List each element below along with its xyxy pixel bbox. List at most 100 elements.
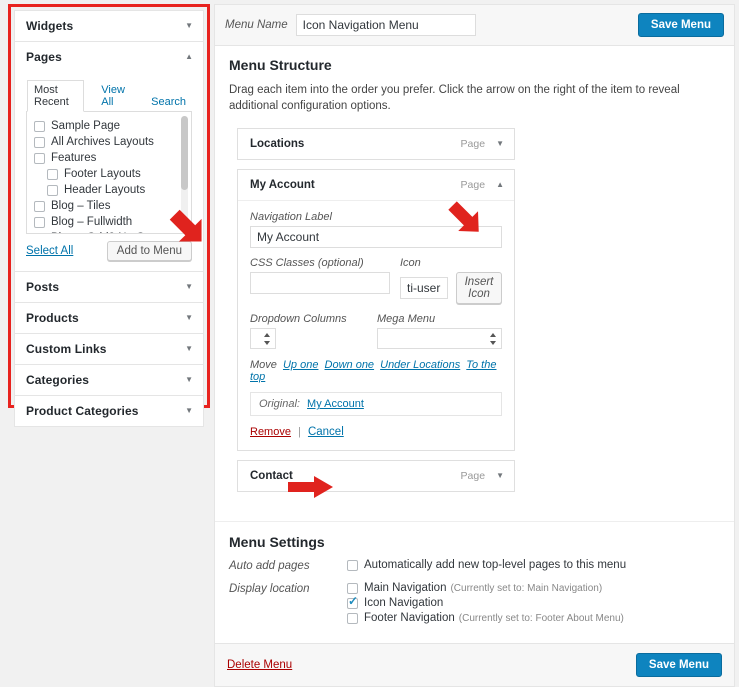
menu-item-header[interactable]: Locations Page ▼ (238, 129, 514, 160)
icon-field-label: Icon (400, 257, 421, 270)
move-under-locations-link[interactable]: Under Locations (380, 359, 460, 371)
checkbox-features[interactable] (34, 152, 45, 164)
accordion-header-products[interactable]: Products ▼ (15, 303, 203, 333)
checkbox-main-navigation[interactable] (347, 582, 358, 594)
auto-add-pages-option[interactable]: Automatically add new top-level pages to… (347, 559, 626, 571)
list-item[interactable]: Blog – Tiles (27, 198, 191, 214)
list-item[interactable]: Header Layouts (27, 182, 191, 198)
list-item-label: Features (51, 152, 97, 164)
pages-list-scrollbar[interactable] (181, 116, 188, 228)
display-location-option-main[interactable]: Main Navigation (Currently set to: Main … (347, 582, 624, 594)
select-all-link[interactable]: Select All (26, 245, 73, 257)
display-location-option-icon[interactable]: Icon Navigation (347, 595, 624, 609)
accordion-header-widgets[interactable]: Widgets ▼ (15, 11, 203, 41)
menu-name-label: Menu Name (225, 19, 288, 31)
chevron-down-icon[interactable]: ▼ (185, 22, 193, 30)
save-menu-button-top[interactable]: Save Menu (637, 13, 724, 37)
pages-tabs: Most Recent View All Search (26, 80, 192, 112)
list-item-label: Blog – Grid2 No Gutter (51, 232, 168, 233)
accordion-title-posts: Posts (26, 280, 60, 294)
icon-input[interactable] (400, 277, 448, 300)
menu-item-header[interactable]: Contact Page ▼ (238, 461, 514, 492)
menu-editor-column: Menu Name Save Menu Menu Structure Drag … (214, 4, 735, 687)
checkbox-blog-fullwidth[interactable] (34, 216, 45, 228)
original-page-link[interactable]: My Account (307, 398, 364, 410)
chevron-down-icon[interactable]: ▼ (185, 407, 193, 415)
tab-view-all[interactable]: View All (95, 81, 134, 111)
add-menu-items-panel-highlight: Widgets ▼ Pages ▲ Most Recent View All S… (8, 4, 210, 427)
chevron-up-icon[interactable]: ▲ (496, 181, 504, 189)
accordion-panel-widgets: Widgets ▼ (14, 10, 204, 41)
checkbox-all-archives-layouts[interactable] (34, 136, 45, 148)
auto-add-pages-text: Automatically add new top-level pages to… (364, 559, 627, 572)
move-up-one-link[interactable]: Up one (283, 359, 318, 371)
accordion-panel-product-categories: Product Categories ▼ (14, 395, 204, 427)
pages-checkbox-list[interactable]: Sample Page All Archives Layouts Feature… (26, 112, 192, 234)
menu-item-my-account[interactable]: My Account Page ▲ Navigation Label My Ac… (237, 169, 515, 452)
footer-navigation-text: Footer Navigation (364, 612, 455, 625)
menu-structure-title: Menu Structure (229, 57, 332, 73)
display-location-option-footer[interactable]: Footer Navigation (Currently set to: Foo… (347, 612, 624, 624)
checkbox-header-layouts[interactable] (47, 184, 58, 196)
cancel-link[interactable]: Cancel (308, 426, 344, 438)
accordion-header-pages[interactable]: Pages ▲ (15, 42, 203, 72)
list-item[interactable]: Sample Page (27, 118, 191, 134)
list-item-label: All Archives Layouts (51, 136, 154, 148)
css-classes-label: CSS Classes (optional) (250, 257, 364, 270)
accordion-header-categories[interactable]: Categories ▼ (15, 365, 203, 395)
checkbox-footer-layouts[interactable] (47, 168, 58, 180)
footer-navigation-note: (Currently set to: Footer About Menu) (458, 612, 624, 624)
list-item[interactable]: All Archives Layouts (27, 134, 191, 150)
list-item-label: Header Layouts (64, 184, 146, 196)
save-menu-button-bottom[interactable]: Save Menu (635, 653, 722, 678)
menu-name-bar: Menu Name Save Menu (215, 5, 734, 46)
list-item[interactable]: Blog – Fullwidth (27, 214, 191, 230)
chevron-down-icon[interactable]: ▼ (496, 472, 504, 480)
css-classes-input[interactable] (250, 272, 390, 295)
delete-menu-link[interactable]: Delete Menu (227, 659, 292, 671)
menu-editor-footer: Delete Menu Save Menu (214, 644, 735, 687)
list-item-label: Sample Page (51, 120, 121, 132)
menu-item-locations[interactable]: Locations Page ▼ (237, 128, 515, 161)
accordion-header-custom-links[interactable]: Custom Links ▼ (15, 334, 203, 364)
list-item[interactable]: Footer Layouts (27, 166, 191, 182)
chevron-down-icon[interactable]: ▼ (185, 314, 193, 322)
move-down-one-link[interactable]: Down one (325, 359, 375, 371)
pages-list-footer: Select All Add to Menu (26, 234, 192, 261)
checkbox-blog-tiles[interactable] (34, 200, 45, 212)
add-to-menu-button[interactable]: Add to Menu (106, 241, 192, 261)
move-links-row: Move Up one Down one Under Locations To … (250, 359, 502, 383)
chevron-down-icon[interactable]: ▼ (185, 283, 193, 291)
display-location-row: Display location Main Navigation (Curren… (229, 582, 720, 627)
navigation-label-input[interactable] (250, 226, 502, 249)
checkbox-auto-add-pages[interactable] (347, 559, 358, 571)
tab-search[interactable]: Search (145, 93, 192, 111)
insert-icon-button[interactable]: Insert Icon (456, 272, 502, 305)
checkbox-sample-page[interactable] (34, 120, 45, 132)
list-item[interactable]: Features (27, 150, 191, 166)
menu-structure-description: Drag each item into the order you prefer… (229, 84, 680, 113)
checkbox-blog-grid2-no-gutter[interactable] (34, 232, 45, 233)
accordion-header-posts[interactable]: Posts ▼ (15, 272, 203, 302)
dropdown-columns-select[interactable] (250, 328, 276, 350)
spinner-icon (490, 332, 497, 346)
checkbox-footer-navigation[interactable] (347, 612, 358, 624)
wordpress-menus-screen: Widgets ▼ Pages ▲ Most Recent View All S… (0, 0, 739, 687)
list-item[interactable]: Blog – Grid2 No Gutter (27, 230, 191, 233)
chevron-down-icon[interactable]: ▼ (185, 376, 193, 384)
chevron-up-icon[interactable]: ▲ (185, 53, 193, 61)
checkbox-icon-navigation[interactable] (347, 595, 358, 609)
mega-menu-select[interactable] (377, 328, 502, 350)
list-item-label: Blog – Fullwidth (51, 216, 133, 228)
accordion-title-products: Products (26, 311, 79, 325)
accordion-title-widgets: Widgets (26, 19, 74, 33)
remove-link[interactable]: Remove (250, 426, 291, 438)
menu-item-settings: Navigation Label CSS Classes (optional) … (238, 200, 514, 451)
tab-most-recent[interactable]: Most Recent (27, 80, 85, 112)
chevron-down-icon[interactable]: ▼ (496, 140, 504, 148)
menu-item-header[interactable]: My Account Page ▲ (238, 170, 514, 201)
menu-name-input[interactable] (295, 14, 476, 36)
menu-item-contact[interactable]: Contact Page ▼ (237, 460, 515, 493)
chevron-down-icon[interactable]: ▼ (185, 345, 193, 353)
accordion-header-product-categories[interactable]: Product Categories ▼ (15, 396, 203, 426)
